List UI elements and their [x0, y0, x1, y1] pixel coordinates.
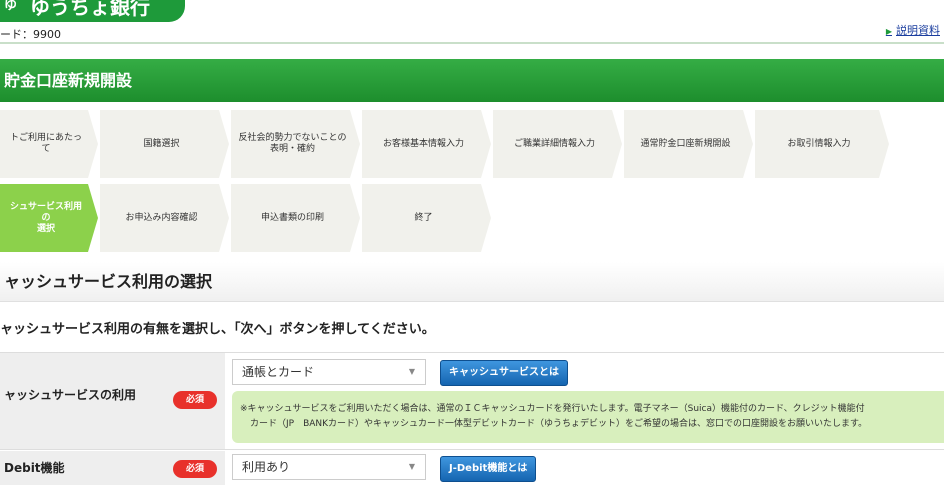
- steps-row-2: シュサービス利用の 選択 お申込み内容確認 申込書類の印刷 終了: [0, 184, 944, 252]
- step-label: シュサービス利用の 選択: [9, 201, 82, 234]
- step-item: 申込書類の印刷: [231, 184, 360, 252]
- step-label: お取引情報入力: [787, 138, 851, 149]
- step-label: 通常貯金口座新規開設: [640, 138, 731, 149]
- logo-mark-icon: ゆ: [4, 0, 18, 13]
- step-item: ご職業詳細情報入力: [493, 110, 622, 178]
- step-item: お客様基本情報入力: [362, 110, 491, 178]
- cash-service-row: ャッシュサービスの利用 必須 通帳とカード ▼ キャッシュサービスとは ※キャッ…: [0, 352, 944, 450]
- note-line: カード（JP BANKカード）やキャッシュカード一体型デビットカード（ゆうちょデ…: [250, 419, 868, 429]
- instruction-text: ャッシュサービス利用の有無を選択し、「次へ」ボタンを押してください。: [0, 322, 435, 337]
- step-item: お申込み内容確認: [100, 184, 229, 252]
- step-item: 終了: [362, 184, 491, 252]
- step-item-active: シュサービス利用の 選択: [0, 184, 98, 252]
- note-line: ※キャッシュサービスをご利用いただく場合は、通常のＩＣキャッシュカードを発行いた…: [240, 404, 865, 414]
- arrow-right-icon: ▶: [885, 27, 892, 36]
- bank-name: ゆうちょ銀行: [29, 0, 150, 19]
- cash-service-select[interactable]: 通帳とカード ▼: [232, 359, 426, 385]
- jdebit-row: Debit機能 必須 利用あり ▼ J-Debit機能とは: [0, 451, 944, 485]
- jdebit-select[interactable]: 利用あり ▼: [232, 454, 426, 480]
- site-header: ゆ ゆうちょ銀行 ード：9900 ▶ 説明資料: [0, 0, 944, 44]
- doc-link[interactable]: ▶ 説明資料: [886, 22, 940, 38]
- required-badge: 必須: [173, 460, 217, 478]
- cash-service-info-button[interactable]: キャッシュサービスとは: [440, 360, 568, 386]
- branch-code: ード：9900: [0, 28, 61, 41]
- step-label: ご職業詳細情報入力: [513, 138, 595, 149]
- step-label: お申込み内容確認: [125, 212, 198, 223]
- doc-link-label: 説明資料: [896, 24, 940, 37]
- chevron-down-icon: ▼: [408, 462, 415, 471]
- step-label: 国籍選択: [143, 138, 180, 149]
- header-divider: [0, 42, 944, 44]
- section-heading: ャッシュサービス利用の選択: [0, 262, 944, 302]
- step-label: 終了: [414, 212, 433, 223]
- jdebit-select-value: 利用あり: [242, 460, 291, 474]
- step-label: 反社会的勢力でないことの 表明・確約: [238, 133, 347, 154]
- page-title: 貯金口座新規開設: [0, 59, 944, 102]
- bank-logo[interactable]: ゆ ゆうちょ銀行: [0, 0, 185, 22]
- cash-service-note: ※キャッシュサービスをご利用いただく場合は、通常のＩＣキャッシュカードを発行いた…: [232, 391, 944, 443]
- step-label: 申込書類の印刷: [260, 212, 324, 223]
- required-badge: 必須: [173, 391, 217, 409]
- steps-row-1: トご利用にあたって 国籍選択 反社会的勢力でないことの 表明・確約 お客様基本情…: [0, 110, 944, 178]
- chevron-down-icon: ▼: [408, 367, 415, 376]
- step-item: 国籍選択: [100, 110, 229, 178]
- step-item: 反社会的勢力でないことの 表明・確約: [231, 110, 360, 178]
- step-item: お取引情報入力: [755, 110, 889, 178]
- cash-service-select-value: 通帳とカード: [242, 365, 315, 379]
- progress-steps: トご利用にあたって 国籍選択 反社会的勢力でないことの 表明・確約 お客様基本情…: [0, 110, 944, 258]
- jdebit-info-button[interactable]: J-Debit機能とは: [440, 456, 537, 482]
- step-label: お客様基本情報入力: [382, 138, 464, 149]
- step-item: 通常貯金口座新規開設: [624, 110, 753, 178]
- step-label: トご利用にあたって: [9, 133, 82, 154]
- step-item: トご利用にあたって: [0, 110, 98, 178]
